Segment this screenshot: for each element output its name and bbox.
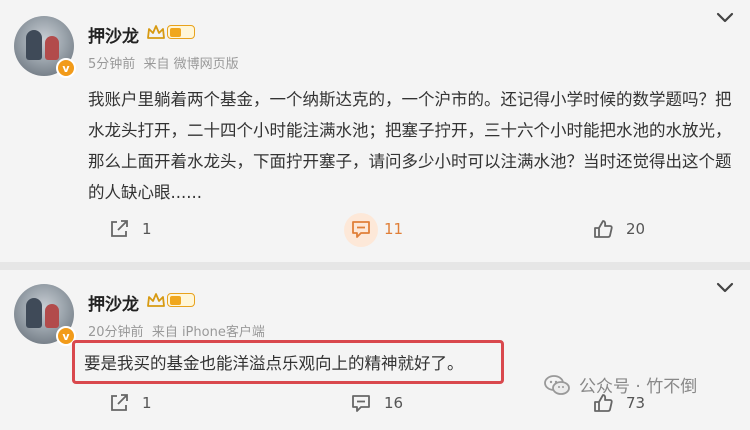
- comment-icon: [352, 221, 370, 238]
- comment-button[interactable]: 11: [350, 218, 403, 240]
- repost-count: 1: [142, 220, 152, 238]
- user-rank-badge: [146, 292, 195, 308]
- chevron-down-icon[interactable]: [716, 282, 734, 294]
- comment-count: 11: [384, 220, 404, 238]
- thumbs-up-icon: [594, 220, 613, 238]
- post-text: 要是我买的基金也能洋溢点乐观向上的精神就好了。: [84, 354, 464, 373]
- watermark-text: 公众号 · 竹不倒: [579, 377, 698, 397]
- comment-icon: [352, 395, 370, 412]
- like-count: 20: [626, 220, 646, 238]
- post-text: 我账户里躺着两个基金，一个纳斯达克的，一个沪市的。还记得小学时候的数学题吗？把水…: [88, 90, 732, 202]
- post-time: 20分钟前: [88, 325, 144, 340]
- username[interactable]: 押沙龙: [88, 290, 139, 315]
- crown-icon: [147, 25, 165, 39]
- avatar[interactable]: v: [14, 284, 76, 346]
- wechat-icon: [544, 374, 570, 395]
- chevron-down-icon[interactable]: [716, 12, 734, 24]
- comment-count: 16: [384, 394, 404, 412]
- divider: [0, 262, 750, 270]
- weibo-post: v 押沙龙 5分钟前 来自 微博网页版 我账户里躺着两个基金，一个纳斯达克的，一…: [0, 0, 750, 262]
- post-source: 来自 微博网页版: [143, 57, 239, 72]
- avatar[interactable]: v: [14, 16, 76, 78]
- post-meta: 5分钟前 来自 微博网页版: [88, 53, 239, 72]
- repost-count: 1: [142, 394, 152, 412]
- rank-level-icon: [167, 293, 195, 307]
- repost-icon: [111, 220, 128, 237]
- post-meta: 20分钟前 来自 iPhone客户端: [88, 321, 265, 340]
- post-time: 5分钟前: [88, 57, 136, 72]
- comment-button[interactable]: 16: [350, 392, 403, 414]
- rank-level-icon: [167, 25, 195, 39]
- verified-badge-icon: v: [56, 58, 76, 78]
- username[interactable]: 押沙龙: [88, 22, 139, 47]
- repost-button[interactable]: 1: [108, 218, 152, 240]
- crown-icon: [147, 293, 165, 307]
- repost-button[interactable]: 1: [108, 392, 152, 414]
- user-rank-badge: [146, 24, 195, 40]
- watermark: 公众号 · 竹不倒: [543, 372, 697, 397]
- repost-icon: [111, 394, 128, 411]
- post-source: 来自 iPhone客户端: [151, 325, 265, 340]
- like-button[interactable]: 20: [592, 218, 645, 240]
